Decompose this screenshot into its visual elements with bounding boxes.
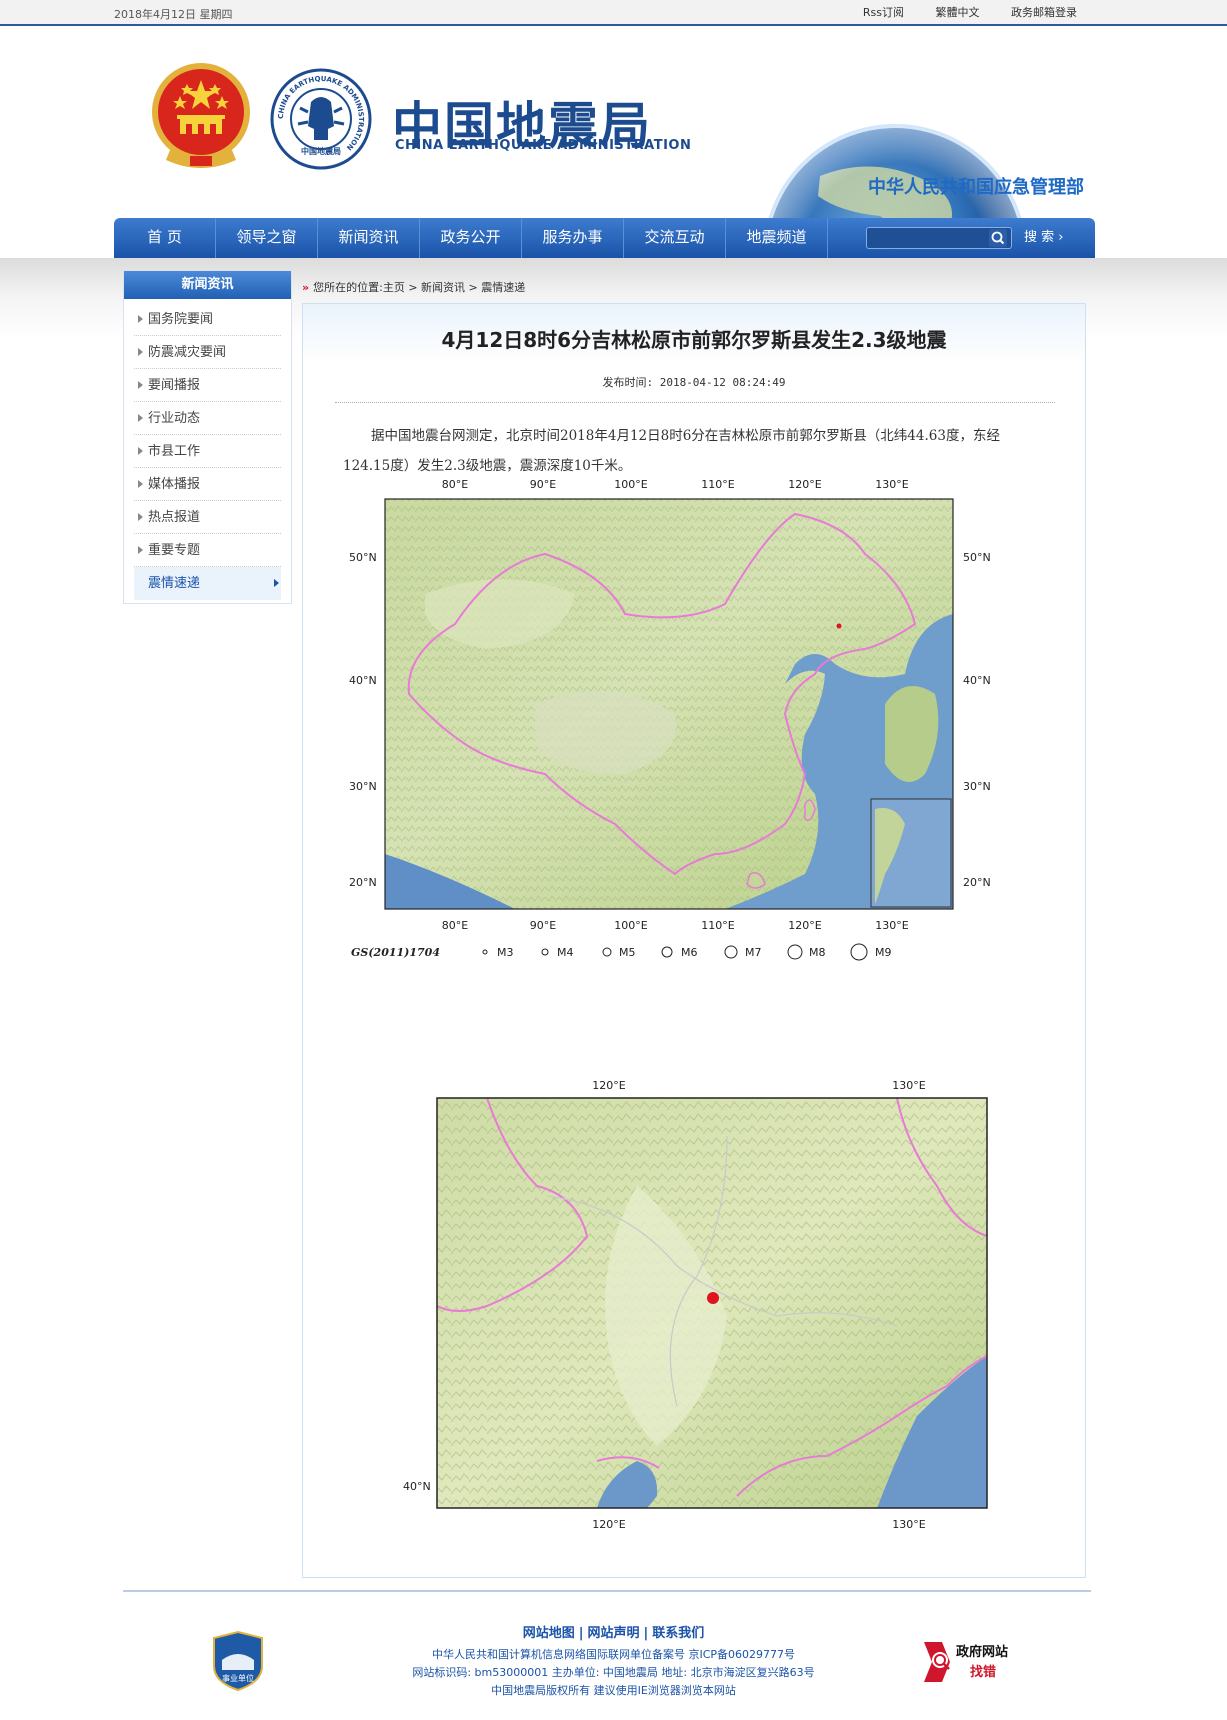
svg-text:120°E: 120°E bbox=[788, 478, 821, 491]
search-button[interactable]: 搜 索 › bbox=[1024, 218, 1063, 258]
breadcrumb-prefix: 您所在的位置: bbox=[313, 281, 383, 294]
globe-decoration bbox=[768, 124, 1022, 218]
sidebar-list: 国务院要闻 防震减灾要闻 要闻播报 行业动态 市县工作 媒体播报 热点报道 重要… bbox=[124, 299, 291, 600]
sidebar-item-industry-news[interactable]: 行业动态 bbox=[134, 402, 281, 435]
breadcrumb-news[interactable]: 新闻资讯 bbox=[421, 281, 465, 294]
svg-text:M9: M9 bbox=[875, 946, 892, 959]
sidebar-item-hot-reports[interactable]: 热点报道 bbox=[134, 501, 281, 534]
detail-map: 120°E 130°E 120°E 130°E 40°N bbox=[397, 1076, 1001, 1546]
svg-text:120°E: 120°E bbox=[592, 1518, 625, 1531]
current-date: 2018年4月12日 星期四 bbox=[114, 8, 233, 21]
svg-text:中国地震局: 中国地震局 bbox=[301, 146, 341, 156]
nav-earthquake-channel[interactable]: 地震频道 bbox=[726, 218, 828, 258]
national-emblem-icon bbox=[152, 63, 250, 168]
rss-link[interactable]: Rss订阅 bbox=[863, 6, 904, 19]
main-nav: 首 页 领导之窗 新闻资讯 政务公开 服务办事 交流互动 地震频道 搜 索 › bbox=[114, 218, 1095, 258]
svg-text:M5: M5 bbox=[619, 946, 636, 959]
statement-link[interactable]: 网站声明 bbox=[587, 1626, 639, 1641]
svg-text:130°E: 130°E bbox=[875, 919, 908, 932]
svg-text:130°E: 130°E bbox=[875, 478, 908, 491]
svg-text:政府网站: 政府网站 bbox=[956, 1644, 1008, 1660]
cea-logo-icon: CHINA EARTHQUAKE ADMINISTRATION 中国地震局 bbox=[270, 68, 372, 170]
footer-copyright: 中国地震局版权所有 建议使用IE浏览器浏览本网站 bbox=[491, 1684, 736, 1697]
overview-map: 80°E 90°E 100°E 110°E 120°E 130°E 80°E 9… bbox=[345, 474, 1051, 961]
svg-text:80°E: 80°E bbox=[442, 478, 468, 491]
footer-address: 网站标识码: bm53000001 主办单位: 中国地震局 地址: 北京市海淀区… bbox=[412, 1666, 815, 1679]
nav-services[interactable]: 服务办事 bbox=[522, 218, 624, 258]
svg-text:120°E: 120°E bbox=[788, 919, 821, 932]
svg-text:30°N: 30°N bbox=[349, 780, 377, 793]
svg-text:130°E: 130°E bbox=[892, 1518, 925, 1531]
search-icon[interactable] bbox=[989, 229, 1007, 247]
svg-text:100°E: 100°E bbox=[614, 478, 647, 491]
sidebar-item-news-broadcast[interactable]: 要闻播报 bbox=[134, 369, 281, 402]
mail-login-link[interactable]: 政务邮箱登录 bbox=[1011, 6, 1077, 19]
search-box bbox=[866, 227, 1012, 249]
footer-divider bbox=[123, 1590, 1091, 1592]
traditional-chinese-link[interactable]: 繁體中文 bbox=[936, 6, 980, 19]
nav-news[interactable]: 新闻资讯 bbox=[318, 218, 420, 258]
svg-text:50°N: 50°N bbox=[963, 551, 991, 564]
nav-home[interactable]: 首 页 bbox=[114, 218, 216, 258]
nav-government-affairs[interactable]: 政务公开 bbox=[420, 218, 522, 258]
footer-links: 网站地图 | 网站声明 | 联系我们 bbox=[522, 1626, 705, 1641]
svg-text:M6: M6 bbox=[681, 946, 698, 959]
sidebar: 新闻资讯 国务院要闻 防震减灾要闻 要闻播报 行业动态 市县工作 媒体播报 热点… bbox=[123, 270, 292, 604]
title-divider bbox=[335, 402, 1055, 403]
ministry-label: 中华人民共和国应急管理部 bbox=[868, 177, 1084, 198]
svg-text:M7: M7 bbox=[745, 946, 762, 959]
svg-text:GS(2011)1704: GS(2011)1704 bbox=[351, 946, 440, 959]
breadcrumb-home[interactable]: 主页 bbox=[383, 281, 405, 294]
svg-text:40°N: 40°N bbox=[349, 674, 377, 687]
svg-text:110°E: 110°E bbox=[701, 478, 734, 491]
svg-text:M4: M4 bbox=[557, 946, 574, 959]
contact-link[interactable]: 联系我们 bbox=[652, 1626, 704, 1641]
svg-text:90°E: 90°E bbox=[530, 919, 556, 932]
breadcrumb: » 您所在的位置:主页 > 新闻资讯 > 震情速递 bbox=[302, 281, 526, 294]
nav-leadership[interactable]: 领导之窗 bbox=[216, 218, 318, 258]
sidebar-item-quake-express[interactable]: 震情速递 bbox=[134, 567, 281, 600]
svg-text:50°N: 50°N bbox=[349, 551, 377, 564]
svg-text:30°N: 30°N bbox=[963, 780, 991, 793]
svg-text:100°E: 100°E bbox=[614, 919, 647, 932]
svg-text:120°E: 120°E bbox=[592, 1079, 625, 1092]
svg-text:40°N: 40°N bbox=[963, 674, 991, 687]
breadcrumb-marker-icon: » bbox=[302, 281, 310, 294]
svg-text:M8: M8 bbox=[809, 946, 826, 959]
svg-text:20°N: 20°N bbox=[349, 876, 377, 889]
nav-interaction[interactable]: 交流互动 bbox=[624, 218, 726, 258]
breadcrumb-quake-express[interactable]: 震情速递 bbox=[481, 281, 525, 294]
svg-text:M3: M3 bbox=[497, 946, 514, 959]
search-input[interactable] bbox=[867, 228, 985, 248]
sidebar-item-disaster-reduction-news[interactable]: 防震减灾要闻 bbox=[134, 336, 281, 369]
svg-text:90°E: 90°E bbox=[530, 478, 556, 491]
svg-text:找错: 找错 bbox=[970, 1664, 996, 1680]
svg-text:80°E: 80°E bbox=[442, 919, 468, 932]
sidebar-item-special-topics[interactable]: 重要专题 bbox=[134, 534, 281, 567]
sidebar-item-state-council-news[interactable]: 国务院要闻 bbox=[134, 303, 281, 336]
svg-text:130°E: 130°E bbox=[892, 1079, 925, 1092]
svg-text:110°E: 110°E bbox=[701, 919, 734, 932]
sidebar-item-city-county-work[interactable]: 市县工作 bbox=[134, 435, 281, 468]
site-header: CHINA EARTHQUAKE ADMINISTRATION 中国地震局 中国… bbox=[0, 28, 1227, 218]
gov-site-error-report-icon[interactable]: 政府网站 找错 bbox=[920, 1638, 1030, 1686]
article-title: 4月12日8时6分吉林松原市前郭尔罗斯县发生2.3级地震 bbox=[441, 328, 947, 352]
brand-name-en: CHINA EARTHQUAKE ADMINISTRATION bbox=[395, 138, 692, 153]
top-bar: 2018年4月12日 星期四 Rss订阅 繁體中文 政务邮箱登录 bbox=[0, 0, 1227, 26]
svg-text:40°N: 40°N bbox=[403, 1480, 431, 1493]
sidebar-item-media-broadcast[interactable]: 媒体播报 bbox=[134, 468, 281, 501]
article-panel: 4月12日8时6分吉林松原市前郭尔罗斯县发生2.3级地震 发布时间: 2018-… bbox=[302, 303, 1086, 1578]
footer-icp: 中华人民共和国计算机信息网络国际联网单位备案号 京ICP备06029777号 bbox=[431, 1648, 796, 1661]
sitemap-link[interactable]: 网站地图 bbox=[523, 1626, 575, 1641]
publish-time: 发布时间: 2018-04-12 08:24:49 bbox=[602, 376, 786, 389]
article-body: 据中国地震台网测定，北京时间2018年4月12日8时6分在吉林松原市前郭尔罗斯县… bbox=[343, 428, 1000, 474]
svg-text:20°N: 20°N bbox=[963, 876, 991, 889]
sidebar-title: 新闻资讯 bbox=[124, 271, 291, 299]
top-links: Rss订阅 繁體中文 政务邮箱登录 bbox=[835, 4, 1077, 20]
